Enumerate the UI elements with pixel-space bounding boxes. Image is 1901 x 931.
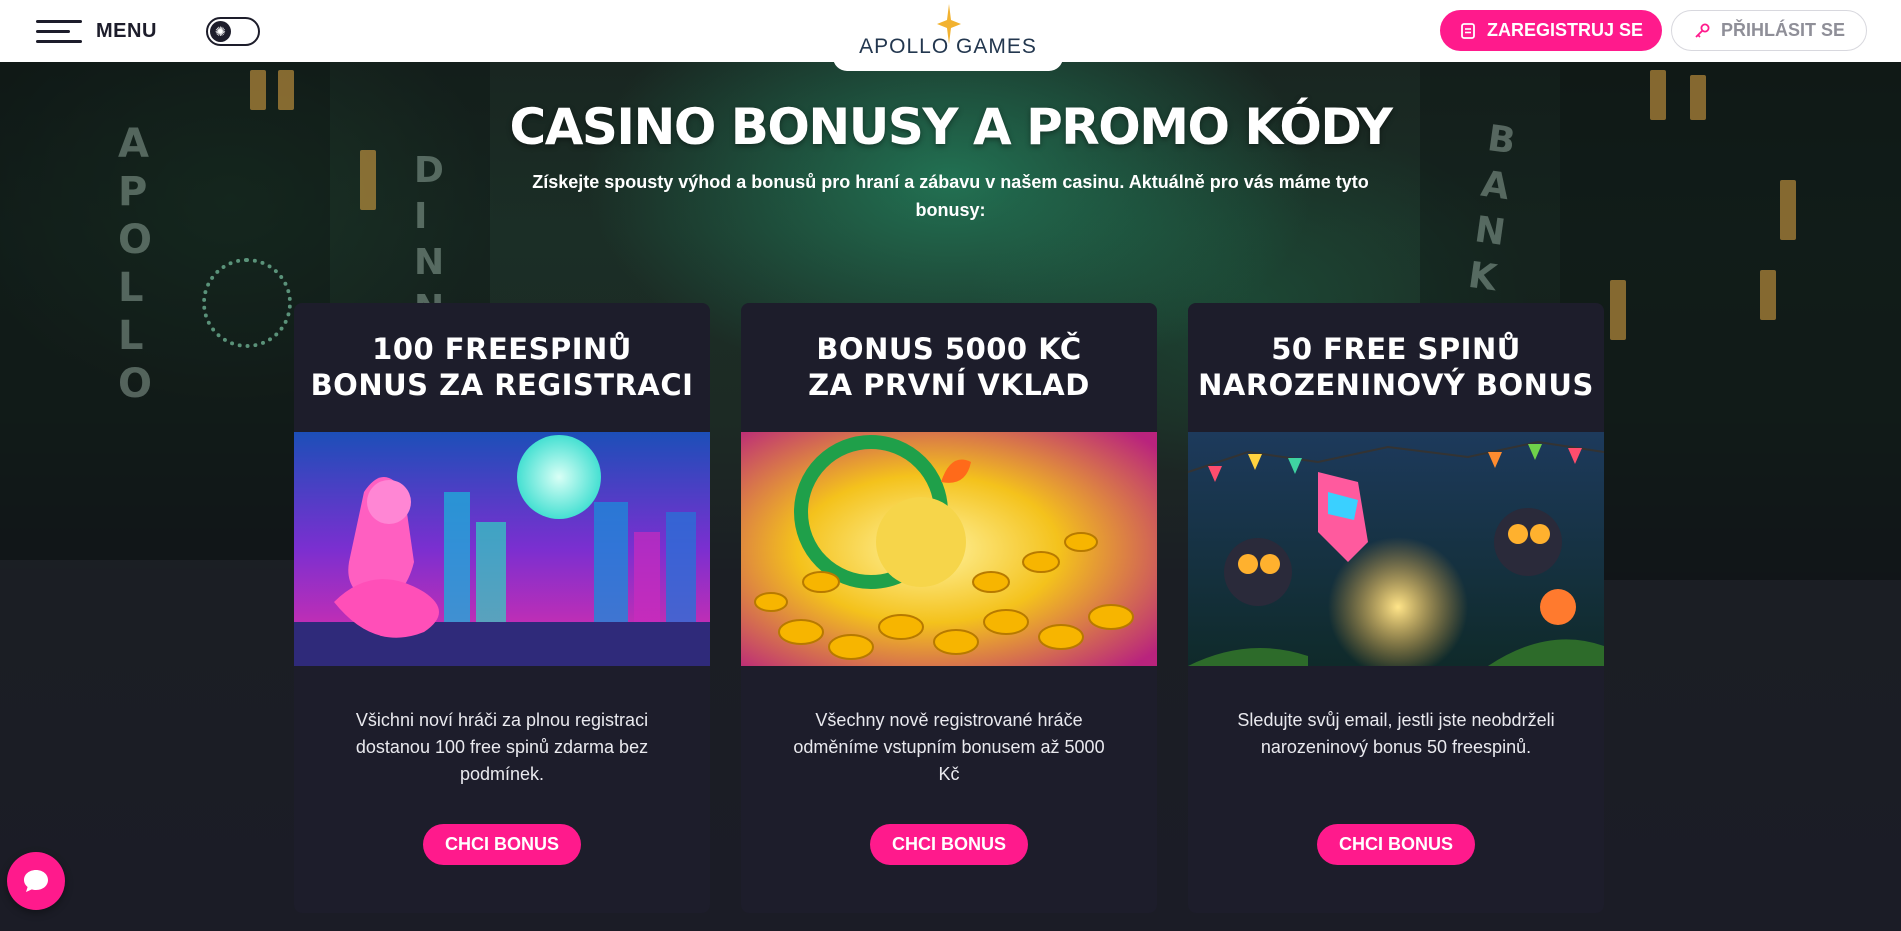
chat-button[interactable]	[7, 852, 65, 910]
card-description: Sledujte svůj email, jestli jste neobdrž…	[1237, 710, 1555, 757]
card-image-pinata-party	[1188, 432, 1604, 666]
login-button[interactable]: PŘIHLÁSIT SE	[1671, 10, 1867, 51]
background-sign-apollo: APOLLO	[118, 121, 157, 407]
bonus-card-first-deposit: BONUS 5000 KČ ZA PRVNÍ VKLAD Všechny nov…	[741, 303, 1157, 913]
menu-label: MENU	[96, 19, 157, 42]
login-label: PŘIHLÁSIT SE	[1720, 20, 1845, 40]
logo[interactable]: APOLLO GAMES	[833, 0, 1063, 71]
register-button[interactable]: ZAREGISTRUJ SE	[1440, 10, 1662, 51]
card-title: 100 FREESPINŮ BONUS ZA REGISTRACI	[310, 332, 694, 402]
card-image-gold-coins	[741, 432, 1157, 666]
chci-bonus-button[interactable]: CHCI BONUS	[423, 824, 581, 865]
card-title: BONUS 5000 KČ ZA PRVNÍ VKLAD	[808, 332, 1090, 402]
menu-button[interactable]: MENU	[36, 14, 157, 48]
bonus-card-birthday: 50 FREE SPINŮ NAROZENINOVÝ BONUS Sledujt…	[1188, 303, 1604, 913]
chat-bubble-icon	[24, 870, 48, 892]
logo-text: APOLLO GAMES	[859, 35, 1037, 58]
key-icon	[1695, 23, 1710, 38]
register-label: ZAREGISTRUJ SE	[1486, 20, 1644, 40]
theme-toggle[interactable]: ✺	[206, 17, 260, 46]
bonus-card-registration: 100 FREESPINŮ BONUS ZA REGISTRACI Všichn…	[294, 303, 710, 913]
chci-bonus-button[interactable]: CHCI BONUS	[870, 824, 1028, 865]
card-description: Všichni noví hráči za plnou registraci d…	[355, 710, 649, 784]
form-icon	[1461, 22, 1475, 39]
card-title: 50 FREE SPINŮ NAROZENINOVÝ BONUS	[1198, 332, 1594, 402]
card-image-neon-city-cat	[294, 432, 710, 666]
hamburger-icon	[36, 18, 82, 44]
page-title: CASINO BONUSY A PROMO KÓDY	[509, 98, 1393, 156]
card-description: Všechny nově registrované hráče odměníme…	[793, 710, 1105, 784]
chci-bonus-button[interactable]: CHCI BONUS	[1317, 824, 1475, 865]
page-subtitle: Získejte spousty výhod a bonusů pro hran…	[532, 172, 1369, 220]
sun-icon: ✺	[210, 21, 231, 42]
